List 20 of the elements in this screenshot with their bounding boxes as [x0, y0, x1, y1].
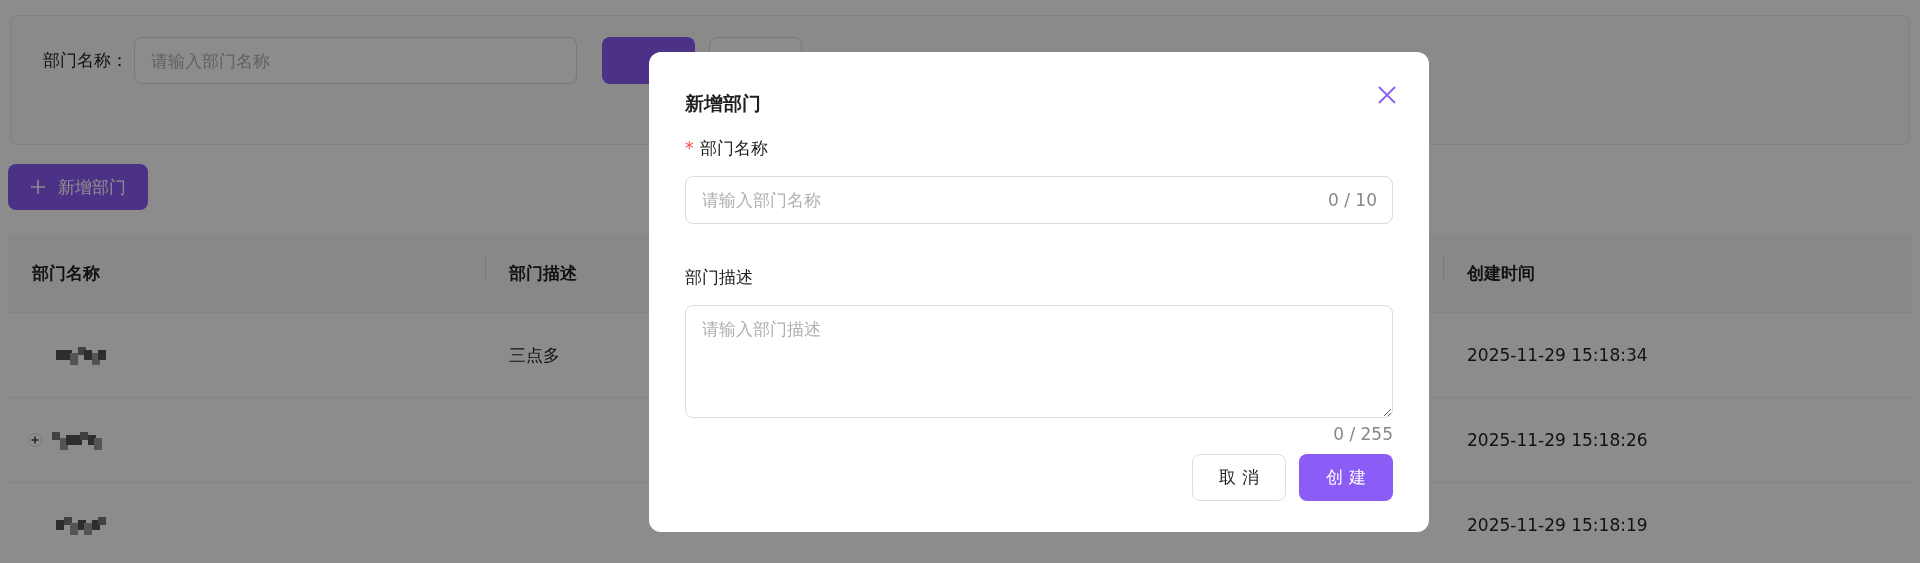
required-mark: *	[685, 137, 694, 159]
character-counter: 0 / 10	[1328, 189, 1377, 211]
column-header: 部门名称	[8, 234, 485, 312]
cancel-button[interactable]: 取 消	[1192, 454, 1286, 501]
add-department-button[interactable]: 新增部门	[8, 164, 148, 210]
field-label: 部门名称：	[43, 49, 128, 72]
close-icon[interactable]	[1378, 86, 1396, 104]
character-counter: 0 / 255	[1333, 424, 1393, 444]
column-header: 创建时间	[1443, 234, 1912, 312]
table-cell: 三点多	[509, 343, 560, 367]
table-cell: 2025-11-29 15:18:19	[1467, 515, 1648, 535]
table-cell: 2025-11-29 15:18:26	[1467, 430, 1648, 450]
field-label: 部门名称	[699, 137, 768, 159]
text-area[interactable]: 请输入部门描述	[685, 305, 1393, 418]
field-label: 部门描述	[685, 266, 753, 288]
plus-icon	[30, 179, 46, 195]
dialog-title: 新增部门	[685, 91, 761, 116]
table-cell: 2025-11-29 15:18:34	[1467, 345, 1648, 365]
expand-icon[interactable]	[28, 433, 42, 447]
create-button[interactable]: 创 建	[1299, 454, 1393, 501]
